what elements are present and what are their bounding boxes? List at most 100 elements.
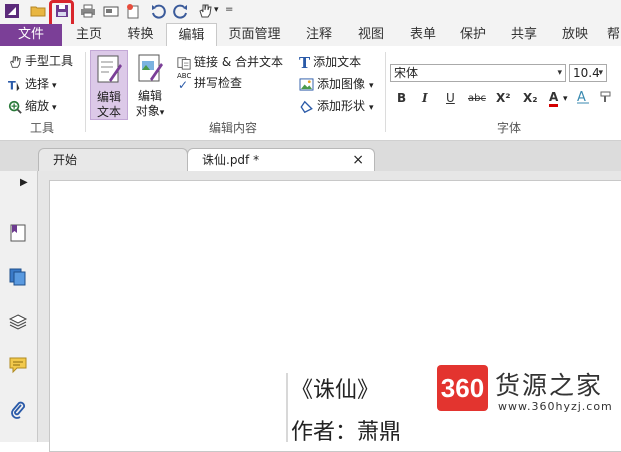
tab-file[interactable]: 文件 xyxy=(0,24,62,46)
zoom-dropdown-icon[interactable]: ▾ xyxy=(52,103,57,113)
customize-toolbar-icon[interactable]: = xyxy=(225,4,233,15)
tab-home[interactable]: 主页 xyxy=(74,24,104,46)
hand-icon xyxy=(10,55,21,68)
tab-comment[interactable]: 注释 xyxy=(300,24,338,46)
document-title-line: 《诛仙》 xyxy=(291,378,380,403)
tab-document[interactable]: 诛仙.pdf * × xyxy=(187,148,375,171)
zoom-icon xyxy=(8,100,22,114)
bold-button[interactable]: B xyxy=(397,91,406,105)
tab-convert[interactable]: 转换 xyxy=(123,24,158,46)
subscript-button[interactable]: X₂ xyxy=(523,91,538,105)
add-text-button[interactable]: T 添加文本 xyxy=(299,53,362,72)
group-divider xyxy=(85,52,86,132)
clear-format-icon[interactable]: A xyxy=(576,89,590,105)
paint-format-icon[interactable] xyxy=(599,90,613,104)
font-group-label: 字体 xyxy=(497,121,522,135)
add-shape-dropdown-icon[interactable]: ▾ xyxy=(369,103,374,113)
font-name-select[interactable]: 宋体 ▾ xyxy=(390,64,566,82)
scan-icon[interactable] xyxy=(103,3,119,19)
edit-text-label-2: 文本 xyxy=(96,105,121,119)
add-image-label: 添加图像 xyxy=(317,77,366,91)
zoom-tool-button[interactable]: 缩放 ▾ xyxy=(8,97,57,115)
select-tool-label: 选择 xyxy=(25,77,50,91)
svg-text:T: T xyxy=(8,78,16,92)
italic-button[interactable]: I xyxy=(422,91,428,105)
select-dropdown-icon[interactable]: ▾ xyxy=(52,81,57,91)
link-merge-text-button[interactable]: 链接 & 合并文本 xyxy=(177,53,283,71)
select-tool-button[interactable]: T 选择 ▾ xyxy=(8,75,57,93)
redo-icon[interactable] xyxy=(173,3,189,19)
left-navigation-panel: ▶ xyxy=(0,171,38,442)
edit-object-button[interactable]: 编辑 对象▾ xyxy=(131,50,169,120)
font-name-value: 宋体 xyxy=(394,66,419,80)
spell-check-label: 拼写检查 xyxy=(194,76,243,90)
undo-icon[interactable] xyxy=(150,3,166,19)
comment-icon[interactable] xyxy=(8,355,28,375)
tab-help[interactable]: 帮 xyxy=(606,24,621,46)
close-icon[interactable]: × xyxy=(352,149,364,171)
edit-object-label-2: 对象▾ xyxy=(135,104,165,118)
add-shape-icon xyxy=(300,100,313,113)
watermark-logo-badge: 360 xyxy=(437,365,488,411)
document-author-line: 作者：萧鼎 xyxy=(291,420,402,445)
add-shape-label: 添加形状 xyxy=(317,99,366,113)
spell-check-icon: ABC ✓ xyxy=(177,71,192,92)
link-merge-icon xyxy=(177,56,191,70)
font-color-button[interactable]: A xyxy=(549,91,559,107)
app-logo-icon xyxy=(5,4,19,18)
add-text-label: 添加文本 xyxy=(313,55,362,69)
layers-icon[interactable] xyxy=(8,312,28,332)
text-box-edge xyxy=(286,373,288,442)
add-image-icon xyxy=(299,78,314,91)
quick-access-toolbar: ▾ = xyxy=(0,0,621,24)
strikethrough-button[interactable]: abc xyxy=(468,93,486,104)
chevron-down-icon: ▾ xyxy=(598,68,603,78)
tab-share[interactable]: 共享 xyxy=(505,24,543,46)
tab-form[interactable]: 表单 xyxy=(404,24,442,46)
tab-page-management[interactable]: 页面管理 xyxy=(222,24,287,46)
hand-tool-label: 手型工具 xyxy=(25,54,74,68)
document-tab-label: 诛仙.pdf * xyxy=(202,153,260,167)
edit-content-group-label: 编辑内容 xyxy=(209,121,258,135)
expand-panel-icon[interactable]: ▶ xyxy=(20,177,28,188)
hand-tool-button[interactable]: 手型工具 xyxy=(8,52,73,70)
open-folder-icon[interactable] xyxy=(30,3,46,19)
add-image-button[interactable]: 添加图像 ▾ xyxy=(299,75,374,93)
tab-start-page[interactable]: 开始 xyxy=(38,148,188,171)
tab-edit[interactable]: 编辑 xyxy=(166,23,217,47)
link-merge-label: 链接 & 合并文本 xyxy=(194,55,283,69)
font-size-value: 10.4 xyxy=(573,66,600,80)
add-text-icon: T xyxy=(299,53,311,72)
watermark-site-name: 货源之家 xyxy=(495,371,604,400)
new-document-icon[interactable] xyxy=(125,3,141,19)
font-size-select[interactable]: 10.4 ▾ xyxy=(569,64,607,82)
print-icon[interactable] xyxy=(80,3,96,19)
add-shape-button[interactable]: 添加形状 ▾ xyxy=(299,97,374,115)
tools-group-label: 工具 xyxy=(30,121,55,135)
edit-object-label-1: 编辑 xyxy=(137,89,162,103)
document-tab-strip: 开始 诛仙.pdf * × xyxy=(0,141,621,172)
chevron-down-icon: ▾ xyxy=(557,68,562,78)
add-image-dropdown-icon[interactable]: ▾ xyxy=(369,81,374,91)
group-divider xyxy=(385,52,386,132)
ribbon-tab-bar: 文件 主页 转换 编辑 页面管理 注释 视图 表单 保护 共享 放映 帮 xyxy=(0,23,621,47)
tab-protect[interactable]: 保护 xyxy=(454,24,492,46)
spell-check-button[interactable]: ABC ✓ 拼写检查 xyxy=(177,71,243,92)
attachment-icon[interactable] xyxy=(8,400,28,420)
tab-view[interactable]: 视图 xyxy=(352,24,390,46)
bookmark-icon[interactable] xyxy=(8,223,28,243)
watermark-url: www.360hyzj.com xyxy=(498,400,613,413)
dropdown-arrow-icon[interactable]: ▾ xyxy=(214,5,219,15)
edit-text-label-1: 编辑 xyxy=(96,90,121,104)
superscript-button[interactable]: X² xyxy=(496,91,511,105)
start-tab-label: 开始 xyxy=(53,153,78,167)
hand-tool-icon[interactable] xyxy=(197,3,213,19)
tab-slideshow[interactable]: 放映 xyxy=(556,24,594,46)
zoom-tool-label: 缩放 xyxy=(25,99,50,113)
pages-thumbnail-icon[interactable] xyxy=(8,267,28,287)
font-color-dropdown-icon[interactable]: ▾ xyxy=(563,94,568,104)
edit-text-icon xyxy=(97,55,122,83)
underline-button[interactable]: U xyxy=(446,91,455,105)
edit-text-button[interactable]: 编辑 文本 xyxy=(90,50,128,120)
edit-object-icon xyxy=(138,54,163,82)
